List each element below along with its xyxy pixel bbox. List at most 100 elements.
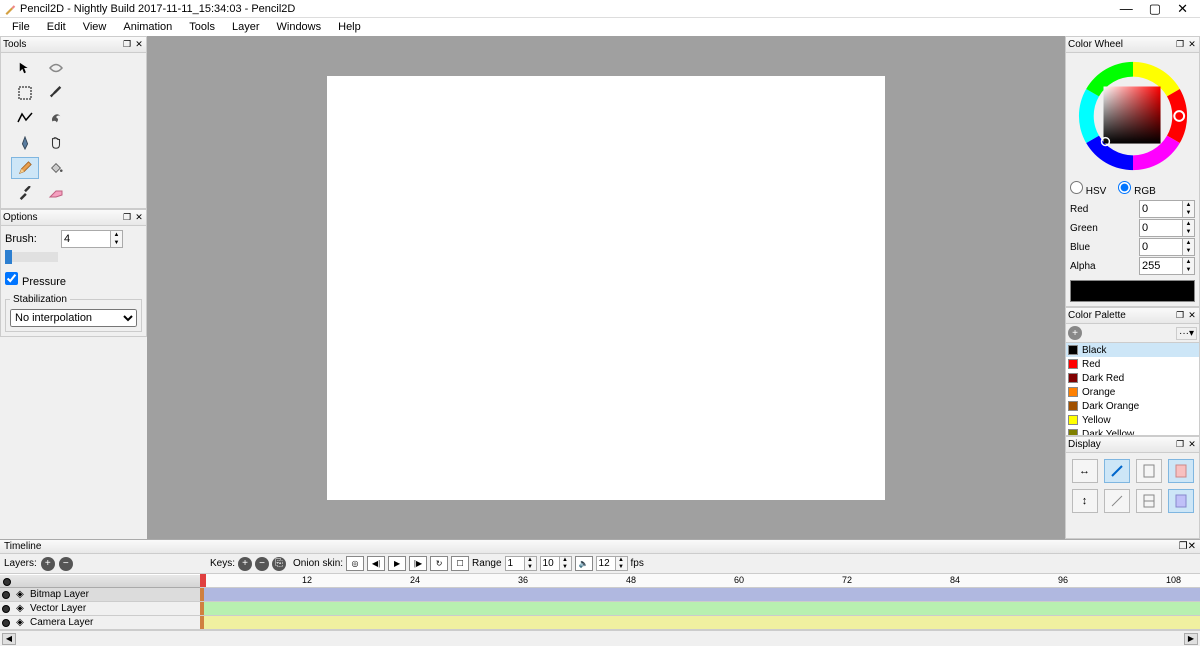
green-input[interactable]: ▲▼: [1139, 219, 1195, 237]
menu-animation[interactable]: Animation: [115, 19, 180, 35]
keyframe[interactable]: [200, 616, 204, 629]
palette-item[interactable]: Red: [1066, 357, 1199, 371]
close-icon[interactable]: ✕: [1187, 40, 1197, 50]
menu-layer[interactable]: Layer: [224, 19, 268, 35]
bucket-tool[interactable]: [42, 157, 70, 179]
palette-item[interactable]: Dark Red: [1066, 371, 1199, 385]
canvas[interactable]: [327, 76, 885, 500]
pencil-tool[interactable]: [11, 157, 39, 179]
eraser-tool[interactable]: [42, 182, 70, 204]
close-button[interactable]: ✕: [1177, 1, 1188, 17]
horizontal-scrollbar[interactable]: ◀ ▶: [0, 630, 1200, 646]
float-icon[interactable]: ❐: [1175, 440, 1185, 450]
remove-key-button[interactable]: −: [255, 557, 269, 571]
range-start-input[interactable]: ▲▼: [505, 556, 537, 571]
menu-edit[interactable]: Edit: [39, 19, 74, 35]
menu-file[interactable]: File: [4, 19, 38, 35]
float-icon[interactable]: ❐: [1175, 40, 1185, 50]
palette-item[interactable]: Yellow: [1066, 413, 1199, 427]
range-check[interactable]: ☐: [451, 556, 469, 571]
close-icon[interactable]: ✕: [1188, 541, 1196, 552]
palette-title: Color Palette: [1068, 310, 1173, 321]
float-icon[interactable]: ❐: [122, 213, 132, 223]
layer-row[interactable]: ◈Camera Layer: [0, 616, 200, 630]
clear-tool[interactable]: [42, 57, 70, 79]
last-frame-button[interactable]: |▶: [409, 556, 427, 571]
layer-row[interactable]: ◈Bitmap Layer: [0, 588, 200, 602]
brush-slider[interactable]: [5, 252, 58, 262]
menu-windows[interactable]: Windows: [269, 19, 330, 35]
eyedropper-tool[interactable]: [11, 182, 39, 204]
float-icon[interactable]: ❐: [1179, 541, 1188, 552]
pen-tool[interactable]: [11, 132, 39, 154]
palette-item[interactable]: Dark Orange: [1066, 399, 1199, 413]
onion-prev-button[interactable]: [1168, 459, 1194, 483]
track-row[interactable]: [200, 602, 1200, 616]
red-input[interactable]: ▲▼: [1139, 200, 1195, 218]
brush-size-input[interactable]: ▲▼: [61, 230, 123, 248]
grid-button[interactable]: [1136, 489, 1162, 513]
outlines-button[interactable]: [1136, 459, 1162, 483]
playhead[interactable]: [200, 574, 206, 587]
keyframe[interactable]: [200, 602, 204, 615]
remove-layer-button[interactable]: −: [59, 557, 73, 571]
blue-input[interactable]: ▲▼: [1139, 238, 1195, 256]
palette-options-button[interactable]: ···▾: [1176, 327, 1197, 340]
add-color-button[interactable]: +: [1068, 326, 1082, 340]
polyline-tool[interactable]: [11, 107, 39, 129]
move-tool[interactable]: [11, 57, 39, 79]
close-icon[interactable]: ✕: [1187, 440, 1197, 450]
track-row[interactable]: [200, 616, 1200, 630]
rgb-radio[interactable]: RGB: [1118, 181, 1155, 197]
all-visibility-toggle[interactable]: [3, 578, 11, 586]
menu-tools[interactable]: Tools: [181, 19, 223, 35]
options-panel-title: Options: [3, 212, 120, 223]
close-icon[interactable]: ✕: [134, 213, 144, 223]
fps-input[interactable]: ▲▼: [596, 556, 628, 571]
hsv-radio[interactable]: HSV: [1070, 181, 1106, 197]
close-icon[interactable]: ✕: [1187, 311, 1197, 321]
alpha-input[interactable]: ▲▼: [1139, 257, 1195, 275]
select-tool[interactable]: [11, 82, 39, 104]
close-icon[interactable]: ✕: [134, 40, 144, 50]
canvas-viewport[interactable]: [147, 36, 1065, 539]
add-layer-button[interactable]: +: [41, 557, 55, 571]
play-button[interactable]: ▶: [388, 556, 406, 571]
brush-tool[interactable]: [42, 82, 70, 104]
float-icon[interactable]: ❐: [1175, 311, 1185, 321]
track-row[interactable]: [200, 588, 1200, 602]
visibility-toggle[interactable]: [2, 591, 10, 599]
smudge-tool[interactable]: [42, 107, 70, 129]
palette-item[interactable]: Orange: [1066, 385, 1199, 399]
visibility-toggle[interactable]: [2, 605, 10, 613]
thin-lines-button[interactable]: [1104, 459, 1130, 483]
dup-key-button[interactable]: ⎘: [272, 557, 286, 571]
range-end-input[interactable]: ▲▼: [540, 556, 572, 571]
palette-list[interactable]: BlackRedDark RedOrangeDark OrangeYellowD…: [1066, 343, 1199, 435]
onion-toggle[interactable]: ◎: [346, 556, 364, 571]
sound-button[interactable]: 🔈: [575, 556, 593, 571]
pressure-checkbox[interactable]: Pressure: [5, 276, 66, 288]
mirror-v-button[interactable]: ↕: [1072, 489, 1098, 513]
menu-view[interactable]: View: [75, 19, 115, 35]
add-key-button[interactable]: +: [238, 557, 252, 571]
hand-tool[interactable]: [42, 132, 70, 154]
layer-row[interactable]: ◈Vector Layer: [0, 602, 200, 616]
frame-ruler[interactable]: 1224364860728496108: [200, 574, 1200, 588]
onion-next-button[interactable]: [1168, 489, 1194, 513]
color-wheel[interactable]: [1074, 57, 1192, 175]
first-frame-button[interactable]: ◀|: [367, 556, 385, 571]
minimize-button[interactable]: —: [1120, 1, 1133, 17]
mirror-h-button[interactable]: ↔: [1072, 459, 1098, 483]
menu-help[interactable]: Help: [330, 19, 369, 35]
maximize-button[interactable]: ▢: [1149, 1, 1161, 17]
keyframe[interactable]: [200, 588, 204, 601]
palette-item[interactable]: Dark Yellow: [1066, 427, 1199, 435]
overlay-button[interactable]: [1104, 489, 1130, 513]
visibility-toggle[interactable]: [2, 619, 10, 627]
timeline-track[interactable]: 1224364860728496108: [200, 574, 1200, 630]
stabilization-select[interactable]: No interpolation: [10, 309, 137, 327]
loop-button[interactable]: ↻: [430, 556, 448, 571]
float-icon[interactable]: ❐: [122, 40, 132, 50]
palette-item[interactable]: Black: [1066, 343, 1199, 357]
